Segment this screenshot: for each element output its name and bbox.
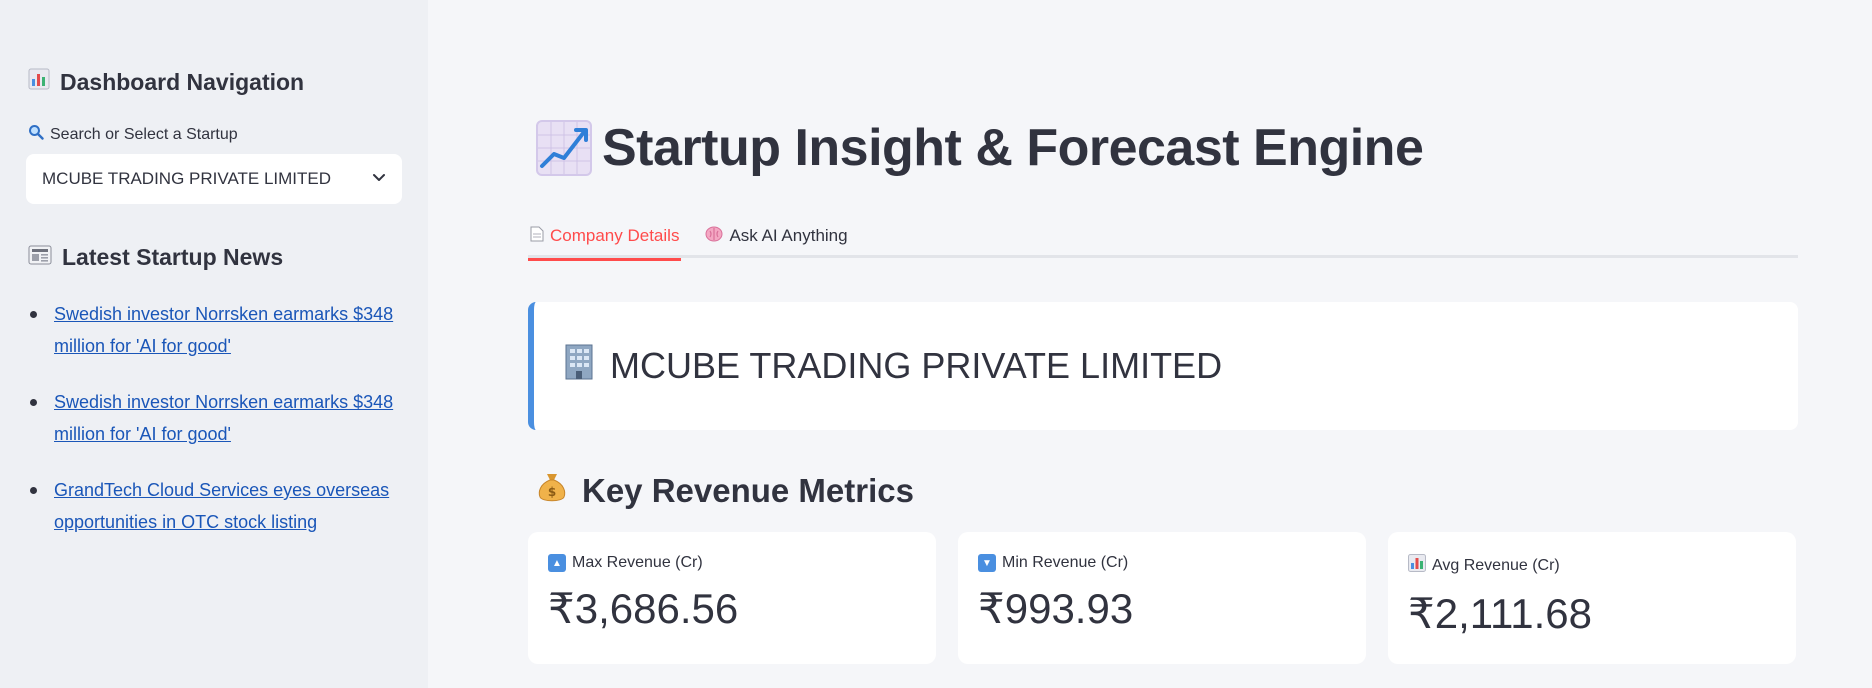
news-link[interactable]: Swedish investor Norrsken earmarks $348 … — [54, 304, 393, 356]
key-revenue-metrics-label: Key Revenue Metrics — [582, 472, 914, 509]
list-item: Swedish investor Norrsken earmarks $348 … — [28, 386, 408, 450]
metric-label-text: Avg Revenue (Cr) — [1432, 556, 1560, 574]
page-title: Startup Insight & Forecast Engine — [536, 118, 1424, 178]
metric-label: Avg Revenue (Cr) — [1408, 554, 1776, 577]
bar-chart-icon — [28, 68, 50, 96]
money-bag-icon: $ — [536, 470, 568, 512]
metric-card-max: ▲ Max Revenue (Cr) ₹3,686.56 — [528, 532, 936, 664]
tab-company-details-label: Company Details — [550, 226, 680, 245]
metric-value: ₹2,111.68 — [1408, 590, 1592, 637]
list-item: GrandTech Cloud Services eyes overseas o… — [28, 474, 408, 538]
tab-company-details[interactable]: Company Details — [528, 214, 682, 261]
metric-label: ▲ Max Revenue (Cr) — [548, 554, 916, 572]
metric-value: ₹993.93 — [978, 585, 1134, 632]
startup-select-value: MCUBE TRADING PRIVATE LIMITED — [42, 169, 332, 188]
metric-label-text: Min Revenue (Cr) — [1002, 554, 1129, 571]
office-building-icon — [562, 343, 596, 390]
up-arrow-icon: ▲ — [548, 554, 566, 572]
latest-news-label: Latest Startup News — [62, 244, 284, 270]
company-name: MCUBE TRADING PRIVATE LIMITED — [610, 345, 1223, 386]
page-icon — [530, 226, 544, 247]
company-name-card: MCUBE TRADING PRIVATE LIMITED — [528, 302, 1798, 430]
bar-chart-icon — [1408, 554, 1426, 577]
svg-text:$: $ — [548, 485, 556, 499]
startup-select[interactable]: MCUBE TRADING PRIVATE LIMITED — [26, 154, 402, 204]
newspaper-icon — [28, 245, 52, 271]
brain-icon — [705, 226, 723, 247]
search-select-label-text: Search or Select a Startup — [50, 125, 238, 143]
tab-ask-ai-label: Ask AI Anything — [729, 226, 848, 245]
metric-card-min: ▼ Min Revenue (Cr) ₹993.93 — [958, 532, 1366, 664]
app-root: Dashboard Navigation Search or Select a … — [0, 0, 1872, 688]
metric-label-text: Max Revenue (Cr) — [572, 554, 703, 571]
magnifier-icon — [28, 124, 44, 145]
chevron-down-icon — [372, 169, 386, 189]
dashboard-navigation-heading: Dashboard Navigation — [28, 68, 304, 96]
search-select-label: Search or Select a Startup — [28, 124, 238, 145]
news-link[interactable]: Swedish investor Norrsken earmarks $348 … — [54, 392, 393, 444]
page-title-text: Startup Insight & Forecast Engine — [602, 119, 1424, 177]
news-link[interactable]: GrandTech Cloud Services eyes overseas o… — [54, 480, 389, 532]
down-arrow-icon: ▼ — [978, 554, 996, 572]
latest-news-heading: Latest Startup News — [28, 244, 283, 271]
chart-increasing-icon — [536, 120, 592, 176]
tab-ask-ai[interactable]: Ask AI Anything — [703, 214, 849, 258]
key-revenue-metrics-heading: $ Key Revenue Metrics — [536, 470, 914, 512]
tab-bar: Company Details Ask AI Anything — [528, 214, 1798, 261]
dashboard-navigation-label: Dashboard Navigation — [60, 68, 305, 95]
main-content: Startup Insight & Forecast Engine Compan… — [428, 0, 1872, 688]
metric-value: ₹3,686.56 — [548, 585, 739, 632]
metric-card-avg: Avg Revenue (Cr) ₹2,111.68 — [1388, 532, 1796, 664]
news-list: Swedish investor Norrsken earmarks $348 … — [28, 298, 408, 562]
sidebar: Dashboard Navigation Search or Select a … — [0, 0, 428, 688]
metric-label: ▼ Min Revenue (Cr) — [978, 554, 1346, 572]
list-item: Swedish investor Norrsken earmarks $348 … — [28, 298, 408, 362]
